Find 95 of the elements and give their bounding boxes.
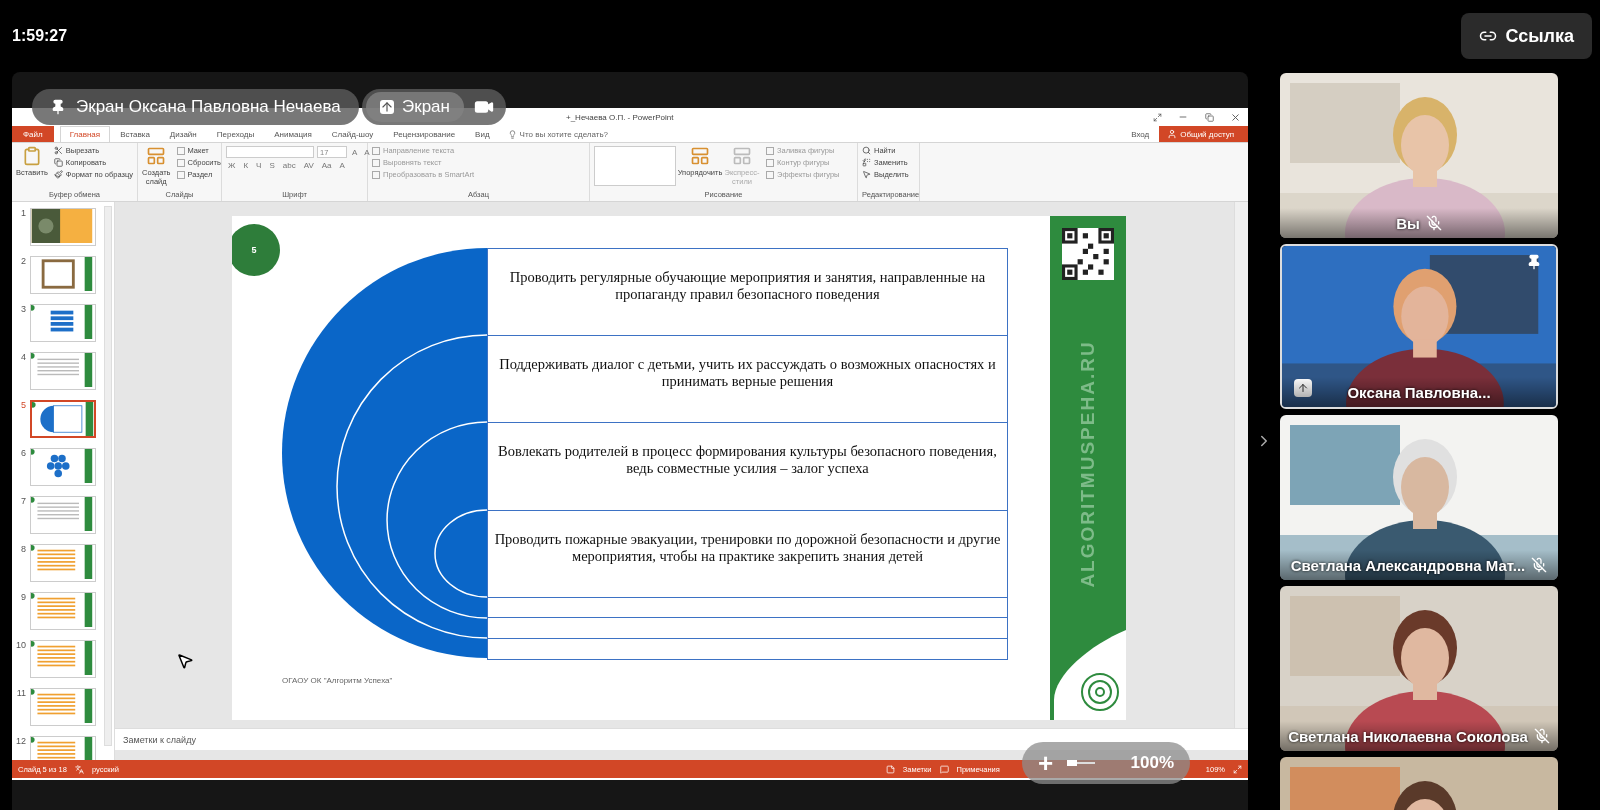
slide-number: 3: [20, 304, 26, 314]
comment-icon: [939, 764, 949, 774]
slide-thumbnail[interactable]: [30, 304, 96, 342]
slide-thumbnail[interactable]: [30, 448, 96, 486]
tell-me-field[interactable]: Что вы хотите сделать?: [507, 126, 1132, 142]
user-icon: [1167, 129, 1178, 139]
slide-thumbnail-drawing: [31, 593, 93, 627]
slide-thumbnail-drawing: [31, 545, 93, 579]
layout-icon: [690, 146, 710, 166]
scissors-icon: [53, 146, 63, 155]
note-icon: [885, 764, 895, 774]
slide-number: 10: [16, 640, 26, 650]
slide-number: 1: [20, 208, 26, 218]
participant-name: Вы: [1396, 214, 1420, 232]
slide-thumbnail[interactable]: [30, 496, 96, 534]
slide-number: 8: [20, 544, 26, 554]
search-icon: [862, 146, 871, 155]
slide-number: 4: [20, 352, 26, 362]
slide-thumbnail-drawing: [31, 689, 93, 723]
table-text: Проводить регулярные обучающие мероприятия и занятия, направленные на пропаганду правил безопасного поведения: [508, 269, 987, 305]
format-button[interactable]: AV: [301, 161, 316, 170]
slide-number: 9: [20, 592, 26, 602]
ribbon-tab[interactable]: Анимация: [264, 126, 322, 142]
close-icon[interactable]: [1229, 111, 1241, 123]
format-button[interactable]: Ж: [226, 161, 238, 170]
copy-icon: [53, 158, 63, 167]
slide-number-badge: 5: [232, 224, 280, 276]
slide-number: 7: [20, 496, 26, 506]
slide-thumbnail[interactable]: [30, 208, 96, 246]
table-text: Поддерживать диалог с детьми, учить их рассуждать о возможных опасностях и принимать верные решения: [498, 356, 997, 392]
slide-thumbnail[interactable]: [30, 256, 96, 294]
ribbon-tab[interactable]: Дизайн: [159, 126, 207, 142]
slide-number: 5: [20, 400, 26, 410]
restore-icon[interactable]: [1204, 112, 1214, 122]
font-size-button[interactable]: A: [350, 147, 360, 157]
lightbulb-icon: [507, 129, 517, 139]
replace-icon: [862, 158, 871, 167]
spelling-icon: [74, 764, 84, 774]
mouse-cursor-icon: [176, 652, 194, 670]
layout-icon: [146, 146, 167, 166]
format-button[interactable]: A: [337, 161, 347, 170]
format-button[interactable]: S: [267, 161, 277, 170]
call-timer: 1:59:27: [12, 27, 68, 45]
slide-thumbnail-drawing: [31, 641, 93, 675]
notes-field[interactable]: Заметки к слайду: [123, 734, 196, 745]
slide-thumbnail[interactable]: [30, 640, 96, 678]
zoom-value: 100%: [1130, 753, 1174, 773]
slide-thumbnail-drawing: [32, 402, 94, 436]
ribbon-tab[interactable]: Слайд-шоу: [321, 126, 384, 142]
format-button[interactable]: abc: [280, 161, 298, 170]
presenter-name: Экран Оксана Павловна Нечаева: [76, 97, 341, 117]
font-name-field[interactable]: [226, 146, 314, 158]
ribbon-tab[interactable]: Рецензирование: [383, 126, 466, 142]
share-button[interactable]: Общий доступ: [1159, 126, 1248, 142]
format-button[interactable]: Aa: [319, 161, 334, 170]
slide-number: 12: [16, 736, 26, 746]
table-text: Вовлекать родителей в процесс формирования культуры безопасного поведения, ведь совместные усилия – залог успеха: [497, 443, 998, 479]
slide-number: 11: [16, 688, 26, 698]
slide-thumbnail[interactable]: [30, 688, 96, 726]
participant-name: Оксана Павловна...: [1347, 383, 1491, 401]
sign-in-link[interactable]: Вход: [1131, 126, 1150, 142]
link-button[interactable]: Ссылка: [1461, 13, 1592, 59]
ribbon-options-icon[interactable]: [1152, 112, 1162, 122]
slide-thumbnail-drawing: [31, 449, 93, 483]
slide-footer: ОГАОУ ОК "Алгоритм Успеха": [282, 676, 1050, 685]
brand-text: ALGORITMUSPEHA.RU: [1077, 340, 1099, 588]
qr-code-icon: [1062, 228, 1114, 280]
slide-number: 6: [20, 448, 26, 458]
ribbon-tab[interactable]: Вид: [465, 126, 500, 142]
zoom-in-button[interactable]: +: [1038, 747, 1054, 779]
slide-number: 2: [20, 256, 26, 266]
slide-thumbnail-drawing: [31, 497, 93, 531]
pin-icon: [50, 99, 66, 115]
slide-thumbnail[interactable]: [30, 592, 96, 630]
window-title: +_Нечаева О.П. - PowerPoint: [566, 112, 675, 122]
brush-icon: [53, 170, 63, 179]
format-button[interactable]: Ч: [254, 161, 264, 170]
slide-thumbnail[interactable]: [30, 352, 96, 390]
pointer-icon: [862, 170, 871, 179]
ribbon-tab[interactable]: Вставка: [110, 126, 160, 142]
fit-icon[interactable]: [1233, 764, 1242, 774]
slide-thumbnail-drawing: [31, 305, 93, 339]
slide-thumbnail-drawing: [31, 209, 93, 243]
share-icon: [380, 100, 394, 114]
font-size-button[interactable]: A: [362, 147, 372, 157]
slide-thumbnail-drawing: [31, 353, 93, 387]
format-button[interactable]: К: [241, 161, 251, 170]
file-tab[interactable]: Файл: [12, 126, 54, 142]
screen-button[interactable]: Экран: [366, 92, 464, 122]
slide-thumbnail[interactable]: [30, 400, 96, 438]
ribbon-tab[interactable]: Переходы: [206, 126, 265, 142]
slide-thumbnail[interactable]: [30, 544, 96, 582]
table-text: Проводить пожарные эвакуации, тренировки по дорожной безопасности и другие мероприятия, чтобы на практике закрепить знания детей: [493, 531, 1002, 567]
zoom-slider-icon: [1067, 760, 1096, 766]
layout-icon: [732, 146, 752, 166]
